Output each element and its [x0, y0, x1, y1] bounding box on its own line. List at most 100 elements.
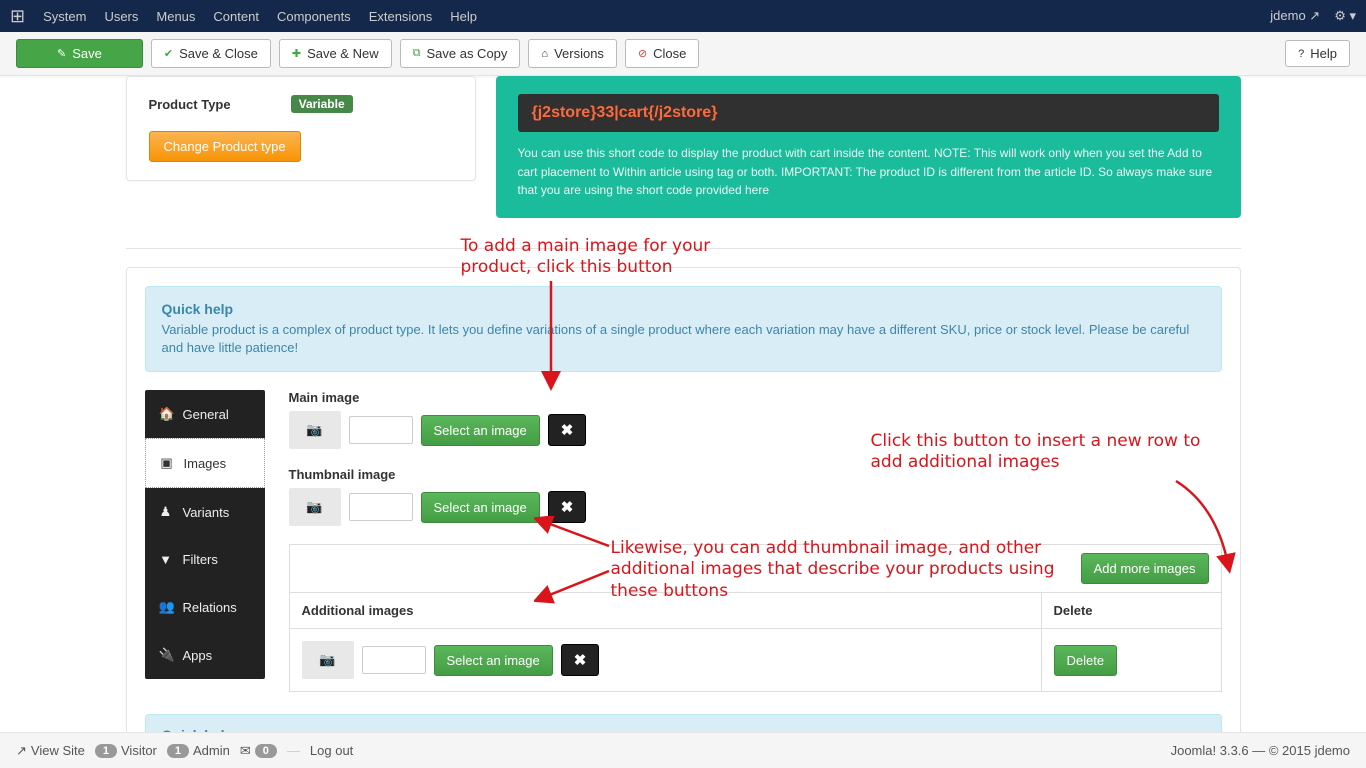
clear-additional-image-button[interactable]: ✖: [561, 644, 600, 676]
shortcode-desc: You can use this short code to display t…: [518, 144, 1219, 200]
versions-button[interactable]: ⌂Versions: [528, 39, 617, 68]
copy-icon: ⧉: [413, 47, 421, 60]
product-type-badge: Variable: [291, 95, 353, 113]
thumbnail-image-thumb: 📷: [289, 488, 341, 526]
additional-image-row: 📷 Select an image ✖: [302, 641, 1029, 679]
additional-image-input[interactable]: [362, 646, 426, 674]
product-type-label: Product Type: [149, 97, 231, 112]
table-row: 📷 Select an image ✖ Delete: [289, 629, 1221, 692]
quick-help-2: Quick help: [145, 714, 1222, 732]
menu-help[interactable]: Help: [450, 9, 477, 24]
quick-help-title: Quick help: [162, 301, 1205, 317]
product-type-card: Product Type Variable Change Product typ…: [126, 76, 476, 181]
thumbnail-image-label: Thumbnail image: [289, 467, 1222, 482]
change-product-type-button[interactable]: Change Product type: [149, 131, 301, 162]
camera-icon: 📷: [319, 652, 335, 668]
top-menubar: ⊞ System Users Menus Content Components …: [0, 0, 1366, 32]
image-icon: ▣: [160, 455, 174, 471]
external-icon: ↗: [16, 743, 27, 759]
plus-icon: ✚: [292, 47, 301, 60]
admin-count[interactable]: 1Admin: [167, 743, 230, 758]
sitemap-icon: ♟: [159, 504, 173, 520]
status-bar: ↗View Site 1Visitor 1Admin ✉0 — Log out …: [0, 732, 1366, 768]
filter-icon: ▼: [159, 552, 173, 567]
menu-extensions[interactable]: Extensions: [369, 9, 433, 24]
users-icon: 👥: [159, 599, 173, 615]
additional-image-thumb: 📷: [302, 641, 354, 679]
statusbar-right: Joomla! 3.3.6 — © 2015 jdemo: [1171, 743, 1350, 758]
thumbnail-image-input[interactable]: [349, 493, 413, 521]
cancel-icon: ⊘: [638, 47, 647, 60]
shortcode-box: {j2store}33|cart{/j2store}: [518, 94, 1219, 132]
sidebar-tabs: 🏠General ▣Images ♟Variants ▼Filters 👥Rel…: [145, 390, 265, 679]
content-wrap: Product Type Variable Change Product typ…: [126, 76, 1241, 732]
messages-count[interactable]: ✉0: [240, 743, 277, 759]
save-close-button[interactable]: ✔Save & Close: [151, 39, 271, 68]
images-pane: Main image 📷 Select an image ✖ Thumbnail…: [289, 390, 1222, 692]
menu-system[interactable]: System: [43, 9, 86, 24]
content-scroll[interactable]: Product Type Variable Change Product typ…: [0, 76, 1366, 732]
action-toolbar: ✎Save ✔Save & Close ✚Save & New ⧉Save as…: [0, 32, 1366, 76]
add-more-row: Add more images: [289, 544, 1222, 592]
menu-menus[interactable]: Menus: [156, 9, 195, 24]
archive-icon: ⌂: [541, 48, 548, 60]
user-menu[interactable]: jdemo ↗: [1270, 8, 1320, 24]
view-site-link[interactable]: ↗View Site: [16, 743, 85, 759]
joomla-icon[interactable]: ⊞: [10, 6, 25, 27]
quick-help-body: Variable product is a complex of product…: [162, 321, 1205, 357]
menu-users[interactable]: Users: [104, 9, 138, 24]
add-more-images-button[interactable]: Add more images: [1081, 553, 1209, 584]
statusbar-left: ↗View Site 1Visitor 1Admin ✉0 — Log out: [16, 743, 353, 759]
visitor-count[interactable]: 1Visitor: [95, 743, 157, 758]
clear-thumbnail-image-button[interactable]: ✖: [548, 491, 587, 523]
images-card: Quick help Variable product is a complex…: [126, 267, 1241, 732]
tab-filters[interactable]: ▼Filters: [145, 536, 265, 583]
thumbnail-image-block: Thumbnail image 📷 Select an image ✖: [289, 467, 1222, 526]
additional-images-table: Additional images Delete 📷 Sel: [289, 592, 1222, 692]
save-button[interactable]: ✎Save: [16, 39, 143, 68]
gear-icon[interactable]: ⚙ ▾: [1334, 8, 1356, 24]
menubar-right: jdemo ↗ ⚙ ▾: [1270, 8, 1356, 24]
quick-help-box: Quick help Variable product is a complex…: [145, 286, 1222, 372]
check-icon: ✎: [57, 47, 66, 60]
save-new-button[interactable]: ✚Save & New: [279, 39, 392, 68]
question-icon: ?: [1298, 48, 1304, 60]
main-image-row: 📷 Select an image ✖: [289, 411, 1222, 449]
product-type-row: Product Type Variable: [149, 95, 453, 113]
menu-content[interactable]: Content: [213, 9, 259, 24]
delete-row-button[interactable]: Delete: [1054, 645, 1118, 676]
menubar-left: ⊞ System Users Menus Content Components …: [10, 6, 477, 27]
logout-link[interactable]: Log out: [310, 743, 353, 758]
close-button[interactable]: ⊘Close: [625, 39, 699, 68]
tab-relations[interactable]: 👥Relations: [145, 583, 265, 631]
select-thumbnail-image-button[interactable]: Select an image: [421, 492, 540, 523]
check-icon: ✔: [164, 47, 173, 60]
home-icon: 🏠: [159, 406, 173, 422]
select-additional-image-button[interactable]: Select an image: [434, 645, 553, 676]
upper-row: Product Type Variable Change Product typ…: [126, 76, 1241, 218]
delete-header: Delete: [1041, 593, 1221, 629]
main-image-label: Main image: [289, 390, 1222, 405]
save-copy-button[interactable]: ⧉Save as Copy: [400, 39, 521, 68]
select-main-image-button[interactable]: Select an image: [421, 415, 540, 446]
camera-icon: 📷: [306, 499, 322, 515]
thumbnail-image-row: 📷 Select an image ✖: [289, 488, 1222, 526]
tab-images[interactable]: ▣Images: [145, 438, 265, 488]
menu-components[interactable]: Components: [277, 9, 351, 24]
main-image-block: Main image 📷 Select an image ✖: [289, 390, 1222, 449]
tab-variants[interactable]: ♟Variants: [145, 488, 265, 536]
clear-main-image-button[interactable]: ✖: [548, 414, 587, 446]
close-icon: ✖: [561, 499, 574, 516]
main-image-input[interactable]: [349, 416, 413, 444]
main-image-thumb: 📷: [289, 411, 341, 449]
tabbed-area: 🏠General ▣Images ♟Variants ▼Filters 👥Rel…: [145, 390, 1222, 692]
close-icon: ✖: [574, 652, 587, 669]
help-button[interactable]: ?Help: [1285, 40, 1350, 67]
divider: [126, 248, 1241, 249]
toolbar-right: ?Help: [1285, 40, 1350, 67]
shortcode-panel: {j2store}33|cart{/j2store} You can use t…: [496, 76, 1241, 218]
tab-apps[interactable]: 🔌Apps: [145, 631, 265, 679]
camera-icon: 📷: [306, 422, 322, 438]
tab-general[interactable]: 🏠General: [145, 390, 265, 438]
close-icon: ✖: [561, 422, 574, 439]
